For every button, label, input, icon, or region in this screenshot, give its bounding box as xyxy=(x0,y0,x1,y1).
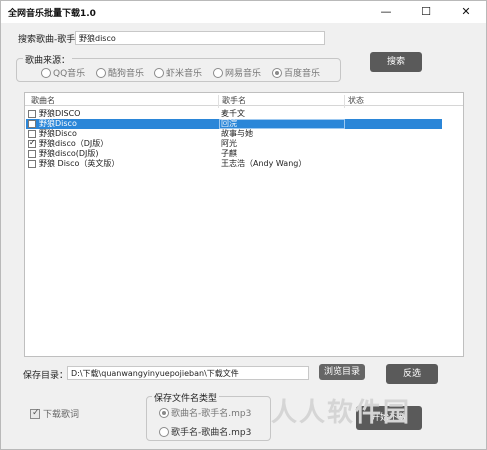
radio-circle-icon xyxy=(272,67,282,78)
table-row[interactable]: 野狼disco(DJ版) 子麒 xyxy=(26,149,442,159)
column-header-status[interactable]: 状态 xyxy=(348,95,364,106)
song-name: 野狼Disco xyxy=(39,129,77,138)
radio-circle-icon xyxy=(159,426,169,437)
search-label: 搜索歌曲-歌手 xyxy=(18,35,76,45)
row-checkbox[interactable] xyxy=(28,138,36,148)
song-name: 野狼Disco xyxy=(39,119,77,128)
source-legend: 歌曲来源： xyxy=(23,53,73,66)
radio-label: 百度音乐 xyxy=(284,69,321,79)
song-list[interactable]: 歌曲名 歌手名 状态 野狼DISCO 麦千文 野狼Disco 回浣 野狼Disc… xyxy=(24,92,464,357)
table-row-selected[interactable]: 野狼Disco 回浣 xyxy=(26,119,442,129)
artist-name: 阿光 xyxy=(221,139,237,148)
radio-label: QQ音乐 xyxy=(53,69,86,79)
checkbox-check-icon xyxy=(30,408,40,419)
column-header-artist[interactable]: 歌手名 xyxy=(222,95,246,106)
window-title: 全网音乐批量下载1.0 xyxy=(8,9,96,19)
row-checkbox[interactable] xyxy=(28,160,36,168)
radio-label: 网易音乐 xyxy=(225,69,262,79)
app-window: 全网音乐批量下载1.0 — ☐ ✕ 搜索歌曲-歌手 野狼disco 歌曲来源： … xyxy=(0,0,487,450)
radio-qq-music[interactable]: QQ音乐 xyxy=(41,66,85,79)
song-name: 野狼 Disco（英文版） xyxy=(39,159,120,168)
column-separator xyxy=(218,95,219,108)
radio-circle-icon xyxy=(159,407,169,418)
search-button[interactable]: 搜索 xyxy=(370,52,422,72)
table-row[interactable]: 野狼DISCO 麦千文 xyxy=(26,109,442,119)
artist-name: 故事与她 xyxy=(221,129,253,138)
table-row[interactable]: 野狼 Disco（英文版） 王志浩（Andy Wang） xyxy=(26,159,442,169)
radio-label: 歌手名-歌曲名.mp3 xyxy=(171,428,252,438)
radio-circle-icon xyxy=(41,67,51,78)
browse-dir-button[interactable]: 浏览目录 xyxy=(319,364,365,380)
song-name: 野狼disco（DJ版） xyxy=(39,139,109,148)
table-row[interactable]: 野狼Disco 故事与她 xyxy=(26,129,442,139)
minimize-icon[interactable]: — xyxy=(366,1,406,23)
list-header: 歌曲名 歌手名 状态 xyxy=(25,93,463,108)
radio-circle-icon xyxy=(96,67,106,78)
artist-name: 麦千文 xyxy=(221,109,245,118)
close-icon[interactable]: ✕ xyxy=(446,1,486,23)
radio-artist-song[interactable]: 歌手名-歌曲名.mp3 xyxy=(159,425,251,438)
maximize-icon[interactable]: ☐ xyxy=(406,1,446,23)
radio-circle-icon xyxy=(213,67,223,78)
download-lyrics-checkbox[interactable]: 下载歌词 xyxy=(30,407,79,420)
radio-xiami-music[interactable]: 虾米音乐 xyxy=(154,66,202,79)
artist-name: 王志浩（Andy Wang） xyxy=(221,159,307,168)
column-separator xyxy=(344,95,345,108)
row-checkbox[interactable] xyxy=(28,150,36,158)
watermark-text: 人人软件园 xyxy=(271,398,412,428)
row-checkbox[interactable] xyxy=(28,130,36,138)
row-checkbox[interactable] xyxy=(28,110,36,118)
column-header-song[interactable]: 歌曲名 xyxy=(31,95,55,106)
row-checkbox[interactable] xyxy=(28,120,36,128)
radio-baidu-music[interactable]: 百度音乐 xyxy=(272,66,320,79)
radio-label: 歌曲名-歌手名.mp3 xyxy=(171,409,252,419)
song-name: 野狼DISCO xyxy=(39,109,81,118)
radio-kugou-music[interactable]: 酷狗音乐 xyxy=(96,66,144,79)
save-dir-input[interactable]: D:\下载\quanwangyinyuepojieban\下载文件 xyxy=(67,366,309,380)
radio-netease-music[interactable]: 网易音乐 xyxy=(213,66,261,79)
radio-label: 虾米音乐 xyxy=(166,69,203,79)
table-row[interactable]: 野狼disco（DJ版） 阿光 xyxy=(26,138,442,149)
focused-cell xyxy=(219,119,345,129)
search-input[interactable]: 野狼disco xyxy=(75,31,325,45)
download-lyrics-label: 下载歌词 xyxy=(43,410,80,420)
song-name: 野狼disco(DJ版) xyxy=(39,149,99,158)
filename-legend: 保存文件名类型 xyxy=(152,391,220,404)
artist-name: 子麒 xyxy=(221,149,237,158)
save-dir-label: 保存目录： xyxy=(23,371,69,381)
radio-song-artist[interactable]: 歌曲名-歌手名.mp3 xyxy=(159,406,251,419)
artist-name: 回浣 xyxy=(221,119,237,128)
invert-selection-button[interactable]: 反选 xyxy=(386,364,438,384)
radio-label: 酷狗音乐 xyxy=(108,69,145,79)
title-bar: 全网音乐批量下载1.0 — ☐ ✕ xyxy=(1,1,486,23)
radio-circle-icon xyxy=(154,67,164,78)
